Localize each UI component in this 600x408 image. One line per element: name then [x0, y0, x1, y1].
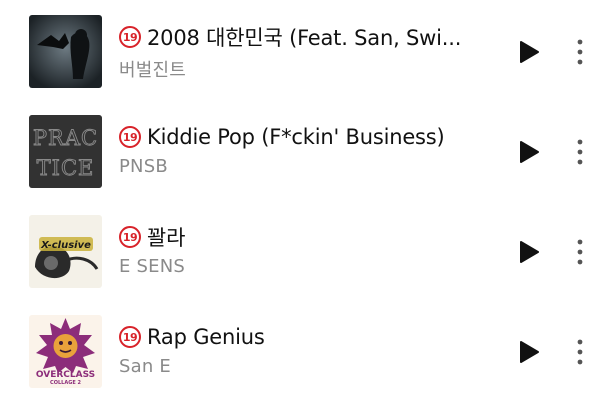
track-list: 19 2008 대한민국 (Feat. San, Swi... 버벌진트 PRA…: [0, 0, 600, 408]
more-options-icon[interactable]: [574, 38, 586, 66]
explicit-badge: 19: [119, 26, 141, 48]
album-art-x-clusive-icon: X-clusive: [29, 215, 102, 288]
album-art-practice-icon: PRAC TICE: [29, 115, 102, 188]
explicit-badge: 19: [119, 326, 141, 348]
art-subtext: COLLAGE 2: [50, 380, 81, 386]
track-row[interactable]: X-clusive 19 꽐라 E SENS: [0, 200, 600, 300]
art-text: OVERCLASS: [36, 370, 95, 380]
play-icon[interactable]: [518, 340, 540, 364]
play-icon[interactable]: [518, 140, 540, 164]
play-icon[interactable]: [518, 240, 540, 264]
album-art-dark-bird-icon: [29, 15, 102, 88]
explicit-badge: 19: [119, 226, 141, 248]
album-art[interactable]: X-clusive: [29, 215, 102, 288]
more-options-icon[interactable]: [574, 138, 586, 166]
track-artist[interactable]: PNSB: [119, 156, 499, 177]
track-artist[interactable]: 버벌진트: [119, 56, 499, 82]
album-art[interactable]: [29, 15, 102, 88]
play-icon[interactable]: [518, 40, 540, 64]
more-options-icon[interactable]: [574, 238, 586, 266]
track-row[interactable]: PRAC TICE 19 Kiddie Pop (F*ckin' Busines…: [0, 100, 600, 200]
album-art-overclass-icon: OVERCLASS COLLAGE 2: [29, 315, 102, 388]
explicit-badge: 19: [119, 126, 141, 148]
track-row[interactable]: 19 2008 대한민국 (Feat. San, Swi... 버벌진트: [0, 0, 600, 100]
track-artist[interactable]: San E: [119, 356, 499, 377]
album-art[interactable]: OVERCLASS COLLAGE 2: [29, 315, 102, 388]
more-options-icon[interactable]: [574, 338, 586, 366]
album-art[interactable]: PRAC TICE: [29, 115, 102, 188]
track-title[interactable]: Rap Genius: [147, 325, 265, 349]
track-title[interactable]: 꽐라: [147, 222, 185, 252]
art-text-line1: PRAC: [33, 126, 98, 150]
art-text: X-clusive: [40, 240, 91, 251]
track-title[interactable]: 2008 대한민국 (Feat. San, Swi...: [147, 22, 461, 52]
track-artist[interactable]: E SENS: [119, 256, 499, 277]
track-row[interactable]: OVERCLASS COLLAGE 2 19 Rap Genius San E: [0, 300, 600, 400]
track-title[interactable]: Kiddie Pop (F*ckin' Business): [147, 125, 445, 149]
art-text-line2: TICE: [37, 156, 95, 180]
